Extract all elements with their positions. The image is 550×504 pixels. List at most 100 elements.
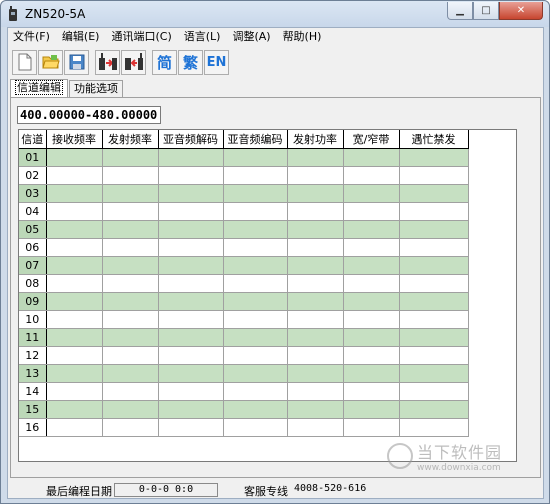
channel-number-cell[interactable]: 12 xyxy=(19,346,47,365)
traditional-chinese-button[interactable]: 繁 xyxy=(178,49,203,75)
table-cell[interactable] xyxy=(158,310,224,329)
table-cell[interactable] xyxy=(102,400,159,419)
table-cell[interactable] xyxy=(46,256,103,275)
table-cell[interactable] xyxy=(399,184,469,203)
table-cell[interactable] xyxy=(399,292,469,311)
table-cell[interactable] xyxy=(102,364,159,383)
table-cell[interactable] xyxy=(343,364,400,383)
channel-number-cell[interactable]: 03 xyxy=(19,184,47,203)
table-cell[interactable] xyxy=(102,166,159,185)
table-cell[interactable] xyxy=(399,220,469,239)
table-cell[interactable] xyxy=(399,274,469,293)
table-cell[interactable] xyxy=(343,274,400,293)
table-cell[interactable] xyxy=(158,418,224,437)
channel-number-cell[interactable]: 10 xyxy=(19,310,47,329)
table-cell[interactable] xyxy=(102,310,159,329)
table-cell[interactable] xyxy=(343,238,400,257)
channel-number-cell[interactable]: 16 xyxy=(19,418,47,437)
table-cell[interactable] xyxy=(399,346,469,365)
table-cell[interactable] xyxy=(287,274,344,293)
open-button[interactable] xyxy=(38,49,63,75)
table-cell[interactable] xyxy=(102,418,159,437)
menu-edit[interactable]: 编辑(E) xyxy=(56,28,106,46)
table-cell[interactable] xyxy=(223,184,288,203)
read-radio-button[interactable] xyxy=(95,49,120,75)
channel-grid[interactable]: 信道 接收频率 发射频率 亚音频解码 亚音频编码 发射功率 宽/窄带 遇忙禁发 01 02 03 0… xyxy=(18,129,517,462)
table-cell[interactable] xyxy=(102,184,159,203)
channel-number-cell[interactable]: 09 xyxy=(19,292,47,311)
table-cell[interactable] xyxy=(158,184,224,203)
table-cell[interactable] xyxy=(287,184,344,203)
table-cell[interactable] xyxy=(223,220,288,239)
channel-number-cell[interactable]: 14 xyxy=(19,382,47,401)
table-cell[interactable] xyxy=(46,166,103,185)
menu-file[interactable]: 文件(F) xyxy=(8,28,56,46)
table-cell[interactable] xyxy=(102,238,159,257)
channel-number-cell[interactable]: 07 xyxy=(19,256,47,275)
table-cell[interactable] xyxy=(287,400,344,419)
channel-number-cell[interactable]: 05 xyxy=(19,220,47,239)
table-cell[interactable] xyxy=(343,328,400,347)
table-cell[interactable] xyxy=(102,382,159,401)
table-cell[interactable] xyxy=(102,202,159,221)
maximize-button[interactable]: □ xyxy=(473,2,499,20)
table-cell[interactable] xyxy=(46,310,103,329)
table-cell[interactable] xyxy=(158,148,224,167)
table-cell[interactable] xyxy=(158,400,224,419)
table-cell[interactable] xyxy=(46,292,103,311)
channel-number-cell[interactable]: 06 xyxy=(19,238,47,257)
table-cell[interactable] xyxy=(343,202,400,221)
table-cell[interactable] xyxy=(343,418,400,437)
table-cell[interactable] xyxy=(158,238,224,257)
channel-number-cell[interactable]: 13 xyxy=(19,364,47,383)
table-cell[interactable] xyxy=(102,328,159,347)
table-cell[interactable] xyxy=(158,328,224,347)
menu-adjust[interactable]: 调整(A) xyxy=(226,28,276,46)
close-button[interactable]: ✕ xyxy=(499,2,543,20)
table-cell[interactable] xyxy=(46,400,103,419)
save-button[interactable] xyxy=(64,49,89,75)
table-cell[interactable] xyxy=(399,148,469,167)
table-cell[interactable] xyxy=(223,400,288,419)
table-cell[interactable] xyxy=(158,166,224,185)
table-cell[interactable] xyxy=(399,418,469,437)
table-cell[interactable] xyxy=(223,382,288,401)
table-cell[interactable] xyxy=(46,184,103,203)
column-header[interactable]: 亚音频解码 xyxy=(158,130,224,149)
table-cell[interactable] xyxy=(46,418,103,437)
table-cell[interactable] xyxy=(287,292,344,311)
tab-function-options[interactable]: 功能选项 xyxy=(69,80,123,97)
table-cell[interactable] xyxy=(223,274,288,293)
table-cell[interactable] xyxy=(287,238,344,257)
table-cell[interactable] xyxy=(399,256,469,275)
table-cell[interactable] xyxy=(287,418,344,437)
table-cell[interactable] xyxy=(287,220,344,239)
channel-number-cell[interactable]: 11 xyxy=(19,328,47,347)
table-cell[interactable] xyxy=(46,148,103,167)
table-cell[interactable] xyxy=(399,382,469,401)
table-cell[interactable] xyxy=(158,274,224,293)
table-cell[interactable] xyxy=(158,382,224,401)
table-cell[interactable] xyxy=(102,274,159,293)
table-cell[interactable] xyxy=(223,328,288,347)
table-cell[interactable] xyxy=(102,220,159,239)
table-cell[interactable] xyxy=(223,418,288,437)
table-cell[interactable] xyxy=(343,220,400,239)
table-cell[interactable] xyxy=(287,148,344,167)
channel-number-cell[interactable]: 04 xyxy=(19,202,47,221)
english-button[interactable]: EN xyxy=(204,49,229,75)
table-cell[interactable] xyxy=(158,202,224,221)
table-cell[interactable] xyxy=(343,400,400,419)
table-cell[interactable] xyxy=(102,256,159,275)
table-cell[interactable] xyxy=(223,364,288,383)
table-cell[interactable] xyxy=(343,166,400,185)
table-cell[interactable] xyxy=(223,238,288,257)
column-header[interactable]: 接收频率 xyxy=(46,130,103,149)
table-cell[interactable] xyxy=(102,346,159,365)
table-cell[interactable] xyxy=(343,346,400,365)
new-button[interactable] xyxy=(12,49,37,75)
table-cell[interactable] xyxy=(287,256,344,275)
column-header[interactable]: 发射功率 xyxy=(287,130,344,149)
table-cell[interactable] xyxy=(223,166,288,185)
column-header[interactable]: 信道 xyxy=(19,130,47,149)
